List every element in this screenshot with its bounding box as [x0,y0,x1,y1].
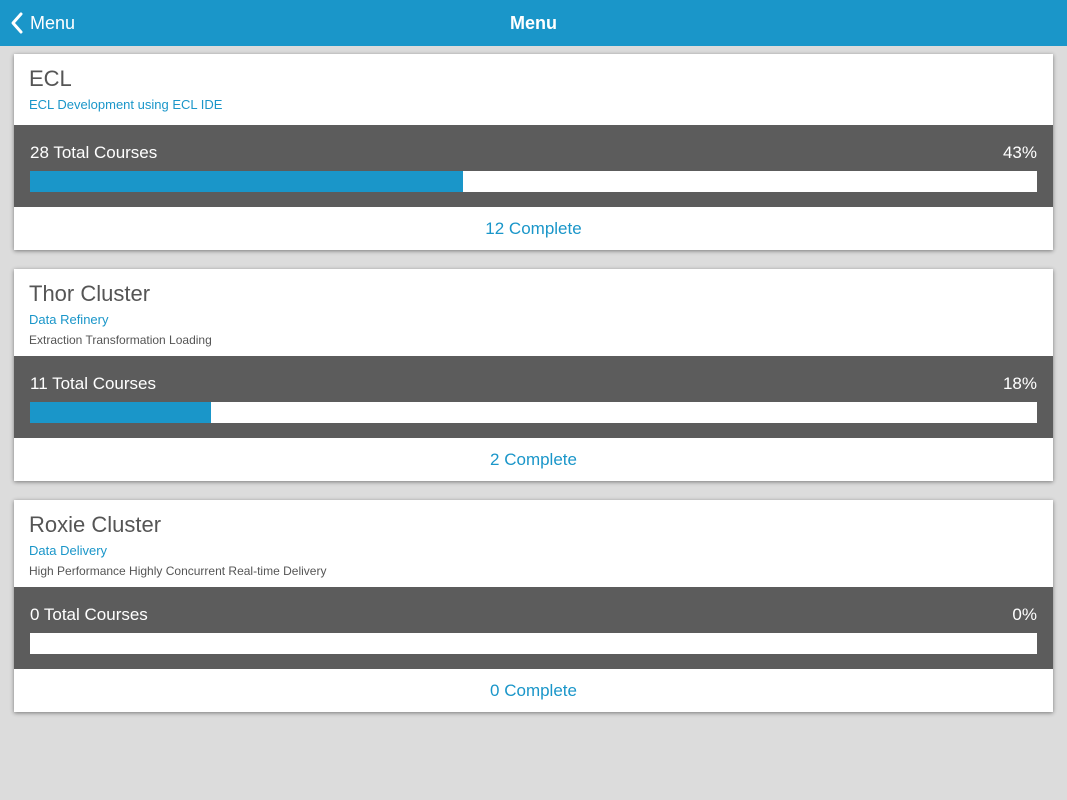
course-card-roxie-cluster[interactable]: Roxie Cluster Data Delivery High Perform… [14,500,1053,712]
chevron-left-icon [10,11,24,35]
progress-bar-fill [30,171,463,192]
course-stats: 11 Total Courses 18% [14,356,1053,438]
card-title: ECL [29,66,72,91]
card-header: Roxie Cluster Data Delivery High Perform… [14,500,1053,579]
card-subtitle: ECL Development using ECL IDE [29,97,223,112]
course-card-ecl[interactable]: ECL ECL Development using ECL IDE 28 Tot… [14,54,1053,250]
complete-count-button[interactable]: 2 Complete [14,439,1053,481]
top-nav-bar: Menu Menu [0,0,1067,46]
progress-bar [30,633,1037,654]
card-subtitle: Data Refinery [29,312,109,327]
back-button[interactable]: Menu [10,0,75,46]
progress-percent: 18% [1002,374,1037,393]
card-header: Thor Cluster Data Refinery Extraction Tr… [14,269,1053,348]
total-courses-label: 11 Total Courses [30,374,156,393]
card-header: ECL ECL Development using ECL IDE [14,54,1053,113]
card-description: Extraction Transformation Loading [29,333,212,347]
progress-bar [30,171,1037,192]
course-stats: 0 Total Courses 0% [14,587,1053,669]
card-subtitle: Data Delivery [29,543,108,558]
course-card-thor-cluster[interactable]: Thor Cluster Data Refinery Extraction Tr… [14,269,1053,481]
course-stats: 28 Total Courses 43% [14,125,1053,207]
total-courses-label: 28 Total Courses [30,143,158,162]
card-description: High Performance Highly Concurrent Real-… [29,564,327,578]
complete-count-button[interactable]: 12 Complete [14,208,1053,250]
total-courses-label: 0 Total Courses [30,605,148,624]
progress-percent: 43% [1002,143,1037,162]
back-button-label: Menu [30,12,76,33]
progress-bar-fill [30,402,212,423]
progress-bar [30,402,1037,423]
card-title: Thor Cluster [29,281,151,306]
page-title: Menu [510,13,557,33]
card-title: Roxie Cluster [29,512,162,537]
complete-count-button[interactable]: 0 Complete [14,670,1053,712]
progress-percent: 0% [1012,605,1037,624]
